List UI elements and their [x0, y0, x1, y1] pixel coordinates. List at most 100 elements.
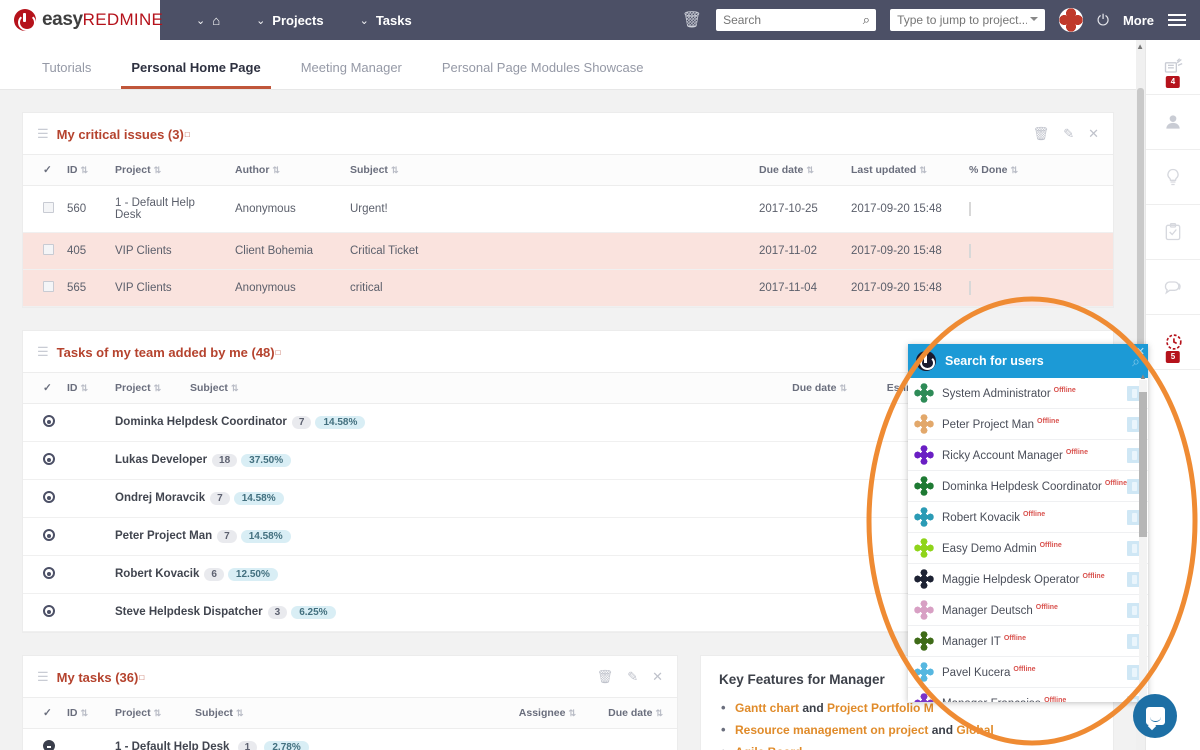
col-due-date[interactable]: Due date ⇅	[748, 372, 853, 404]
col-subject[interactable]: Subject ⇅	[344, 154, 753, 186]
col-subject[interactable]: Subject ⇅	[184, 372, 748, 404]
user-list-item[interactable]: Robert Kovacik Offline	[908, 502, 1148, 533]
user-list-item[interactable]: Maggie Helpdesk Operator Offline	[908, 564, 1148, 595]
user-list-item[interactable]: Manager IT Offline	[908, 626, 1148, 657]
col-subject[interactable]: Subject ⇅	[189, 697, 477, 729]
col-author[interactable]: Author ⇅	[229, 154, 344, 186]
chevron-down-icon[interactable]	[1030, 17, 1039, 21]
rail-bulb-icon[interactable]	[1145, 150, 1200, 205]
table-row[interactable]: 1 - Default Help Desk 1 2.78%	[23, 728, 677, 750]
user-list-item[interactable]: Manager Deutsch Offline	[908, 595, 1148, 626]
power-icon[interactable]: ⏻	[1097, 12, 1109, 29]
row-expander-cell[interactable]	[23, 555, 61, 594]
widget-delete-icon[interactable]: 🗑	[1033, 126, 1050, 142]
col-check[interactable]: ✓	[23, 154, 61, 186]
row-checkbox-cell[interactable]	[23, 185, 61, 233]
table-row[interactable]: 565 VIP Clients Anonymous critical 2017-…	[23, 269, 1113, 307]
user-list-item[interactable]: Peter Project Man Offline	[908, 409, 1148, 440]
user-list-item[interactable]: Dominka Helpdesk Coordinator Offline	[908, 471, 1148, 502]
widget-edit-icon[interactable]: ✎	[627, 669, 638, 685]
col-id[interactable]: ID ⇅	[61, 372, 109, 404]
assignee-name[interactable]: Ondrej Moravcik	[115, 492, 205, 504]
scroll-up-arrow[interactable]: ▲	[1136, 42, 1144, 51]
col-due-date[interactable]: Due date ⇅	[753, 154, 845, 186]
expand-icon[interactable]	[43, 567, 55, 579]
users-list[interactable]: System Administrator Offline Peter Project…	[908, 378, 1148, 702]
user-list-item[interactable]: Manager FrancaiseOffline	[908, 688, 1148, 702]
cell-project[interactable]: 1 - Default Help Desk	[109, 185, 229, 233]
feature-link[interactable]: Agile Board	[735, 745, 802, 750]
rail-user-icon[interactable]	[1145, 95, 1200, 150]
feature-link[interactable]: Resource management on project	[735, 723, 928, 737]
users-search-popup[interactable]: Search for users ⌕ ✕ System Administrato…	[908, 344, 1148, 702]
search-box[interactable]: ⌕	[716, 9, 877, 31]
rail-chat-icon[interactable]	[1145, 260, 1200, 315]
list-item[interactable]: Agile Board	[721, 741, 1113, 750]
row-expander-cell[interactable]	[23, 728, 61, 750]
list-item[interactable]: Resource management on project and Globa…	[721, 719, 1113, 741]
tab-meeting-manager[interactable]: Meeting Manager	[281, 60, 422, 89]
row-checkbox[interactable]	[43, 202, 54, 213]
rail-checklist-icon[interactable]	[1145, 205, 1200, 260]
col-pct-done[interactable]: % Done ⇅	[963, 154, 1113, 186]
user-avatar[interactable]	[1059, 8, 1084, 32]
nav-projects[interactable]: ⌄ Projects	[238, 0, 342, 40]
cell-project[interactable]: VIP Clients	[109, 232, 229, 270]
users-list-scrollbar[interactable]: ▲ ▼	[1139, 372, 1147, 702]
col-assignee[interactable]: Assignee ⇅	[477, 697, 582, 729]
rail-clock-icon[interactable]: 5	[1145, 315, 1200, 370]
col-project[interactable]: Project ⇅	[109, 697, 189, 729]
col-last-updated[interactable]: Last updated ⇅	[845, 154, 963, 186]
widget-delete-icon[interactable]: 🗑	[597, 669, 614, 685]
row-expander-cell[interactable]	[23, 403, 61, 442]
feature-link[interactable]: Project Portfolio M	[827, 701, 934, 715]
more-button[interactable]: More	[1123, 13, 1154, 28]
cell-project[interactable]: VIP Clients	[109, 269, 229, 307]
col-id[interactable]: ID ⇅	[61, 697, 109, 729]
close-icon[interactable]: ✕	[1136, 345, 1145, 358]
cell-subject[interactable]: Critical Ticket	[344, 232, 753, 270]
row-checkbox[interactable]	[43, 244, 54, 255]
col-id[interactable]: ID ⇅	[61, 154, 109, 186]
nav-home[interactable]: ⌄ ⌂	[178, 0, 238, 40]
table-row[interactable]: 560 1 - Default Help Desk Anonymous Urge…	[23, 185, 1113, 233]
jump-to-project-input[interactable]	[890, 9, 1046, 31]
project-name[interactable]: 1 - Default Help Desk	[115, 741, 229, 750]
row-expander-cell[interactable]	[23, 517, 61, 556]
cell-subject[interactable]: critical	[344, 269, 753, 307]
cell-subject[interactable]: Urgent!	[344, 185, 753, 233]
row-expander-cell[interactable]	[23, 479, 61, 518]
expand-icon[interactable]	[43, 529, 55, 541]
trash-icon[interactable]: 🗑	[682, 10, 702, 30]
widget-close-icon[interactable]: ✕	[1088, 126, 1099, 142]
widget-close-icon[interactable]: ✕	[652, 669, 663, 685]
rail-news-icon[interactable]: 4	[1145, 40, 1200, 95]
scroll-up-arrow[interactable]: ▲	[1139, 372, 1147, 381]
user-list-item[interactable]: Easy Demo Admin Offline	[908, 533, 1148, 564]
expand-icon[interactable]	[43, 605, 55, 617]
nav-tasks[interactable]: ⌄ Tasks	[342, 0, 430, 40]
search-input[interactable]	[716, 9, 877, 31]
app-logo[interactable]: easyREDMINE	[0, 0, 163, 40]
jump-to-project-box[interactable]	[890, 9, 1046, 31]
expand-icon[interactable]	[43, 491, 55, 503]
col-due-date[interactable]: Due date ⇅	[582, 697, 677, 729]
row-checkbox-cell[interactable]	[23, 269, 61, 307]
row-expander-cell[interactable]	[23, 593, 61, 632]
assignee-name[interactable]: Peter Project Man	[115, 530, 212, 542]
row-checkbox-cell[interactable]	[23, 232, 61, 270]
row-checkbox[interactable]	[43, 281, 54, 292]
feature-link[interactable]: Global	[956, 723, 993, 737]
assignee-name[interactable]: Lukas Developer	[115, 454, 207, 466]
col-project[interactable]: Project ⇅	[109, 154, 229, 186]
tab-tutorials[interactable]: Tutorials	[22, 60, 111, 89]
col-check[interactable]: ✓	[23, 697, 61, 729]
assignee-name[interactable]: Dominka Helpdesk Coordinator	[115, 416, 287, 428]
user-list-item[interactable]: Pavel Kucera Offline	[908, 657, 1148, 688]
row-expander-cell[interactable]	[23, 441, 61, 480]
search-icon[interactable]: ⌕	[863, 12, 870, 28]
user-list-item[interactable]: System Administrator Offline	[908, 378, 1148, 409]
widget-edit-icon[interactable]: ✎	[1063, 126, 1074, 142]
expand-icon[interactable]	[43, 453, 55, 465]
expand-icon[interactable]	[43, 415, 55, 427]
